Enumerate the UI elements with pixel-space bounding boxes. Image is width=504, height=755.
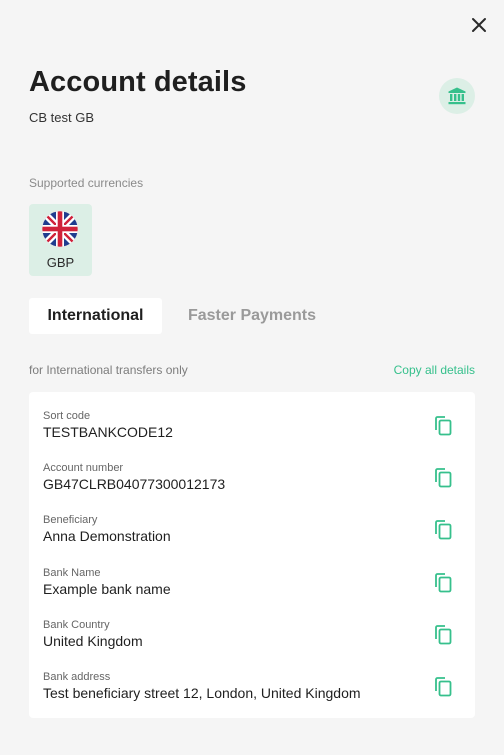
- transfer-note: for International transfers only: [29, 363, 188, 377]
- detail-label: Account number: [43, 462, 124, 474]
- detail-label: Sort code: [43, 410, 91, 422]
- currency-code: GBP: [46, 255, 75, 270]
- copy-account-number-button[interactable]: [432, 466, 454, 490]
- bank-icon: [448, 87, 466, 105]
- copy-icon: [435, 468, 452, 488]
- copy-icon: [435, 573, 452, 593]
- supported-currencies-label: Supported currencies: [29, 176, 144, 190]
- account-details-card: Sort code TESTBANKCODE12 Account number …: [29, 392, 475, 718]
- copy-beneficiary-button[interactable]: [432, 518, 454, 542]
- detail-value: GB47CLRB04077300012173: [43, 476, 226, 492]
- copy-bank-country-button[interactable]: [432, 623, 454, 647]
- detail-row-bank-address: Bank address Test beneficiary street 12,…: [29, 671, 475, 723]
- copy-bank-name-button[interactable]: [432, 571, 454, 595]
- detail-value: United Kingdom: [43, 633, 143, 649]
- detail-value: Test beneficiary street 12, London, Unit…: [43, 685, 361, 701]
- close-icon: [472, 18, 486, 32]
- copy-icon: [435, 677, 452, 697]
- detail-row-account-number: Account number GB47CLRB04077300012173: [29, 462, 475, 514]
- copy-all-details-button[interactable]: Copy all details: [394, 363, 475, 377]
- bank-badge: [439, 78, 475, 114]
- currency-card-gbp[interactable]: GBP: [29, 204, 92, 276]
- account-name: CB test GB: [29, 110, 95, 125]
- detail-row-bank-country: Bank Country United Kingdom: [29, 619, 475, 671]
- tab-international[interactable]: International: [29, 298, 162, 334]
- uk-flag-icon: [41, 210, 79, 248]
- close-button[interactable]: [466, 12, 492, 38]
- detail-value: TESTBANKCODE12: [43, 424, 173, 440]
- detail-label: Bank address: [43, 671, 111, 683]
- detail-row-sort-code: Sort code TESTBANKCODE12: [29, 410, 475, 462]
- detail-row-bank-name: Bank Name Example bank name: [29, 567, 475, 619]
- account-details-modal: Account details CB test GB Supported cur…: [0, 0, 504, 755]
- copy-bank-address-button[interactable]: [432, 675, 454, 699]
- detail-label: Bank Name: [43, 567, 101, 579]
- detail-value: Anna Demonstration: [43, 528, 171, 544]
- detail-value: Example bank name: [43, 581, 171, 597]
- detail-label: Beneficiary: [43, 514, 98, 526]
- detail-label: Bank Country: [43, 619, 110, 631]
- detail-row-beneficiary: Beneficiary Anna Demonstration: [29, 514, 475, 566]
- copy-icon: [435, 416, 452, 436]
- copy-sort-code-button[interactable]: [432, 414, 454, 438]
- copy-icon: [435, 520, 452, 540]
- modal-title: Account details: [29, 66, 247, 98]
- copy-icon: [435, 625, 452, 645]
- tab-faster-payments[interactable]: Faster Payments: [170, 298, 334, 334]
